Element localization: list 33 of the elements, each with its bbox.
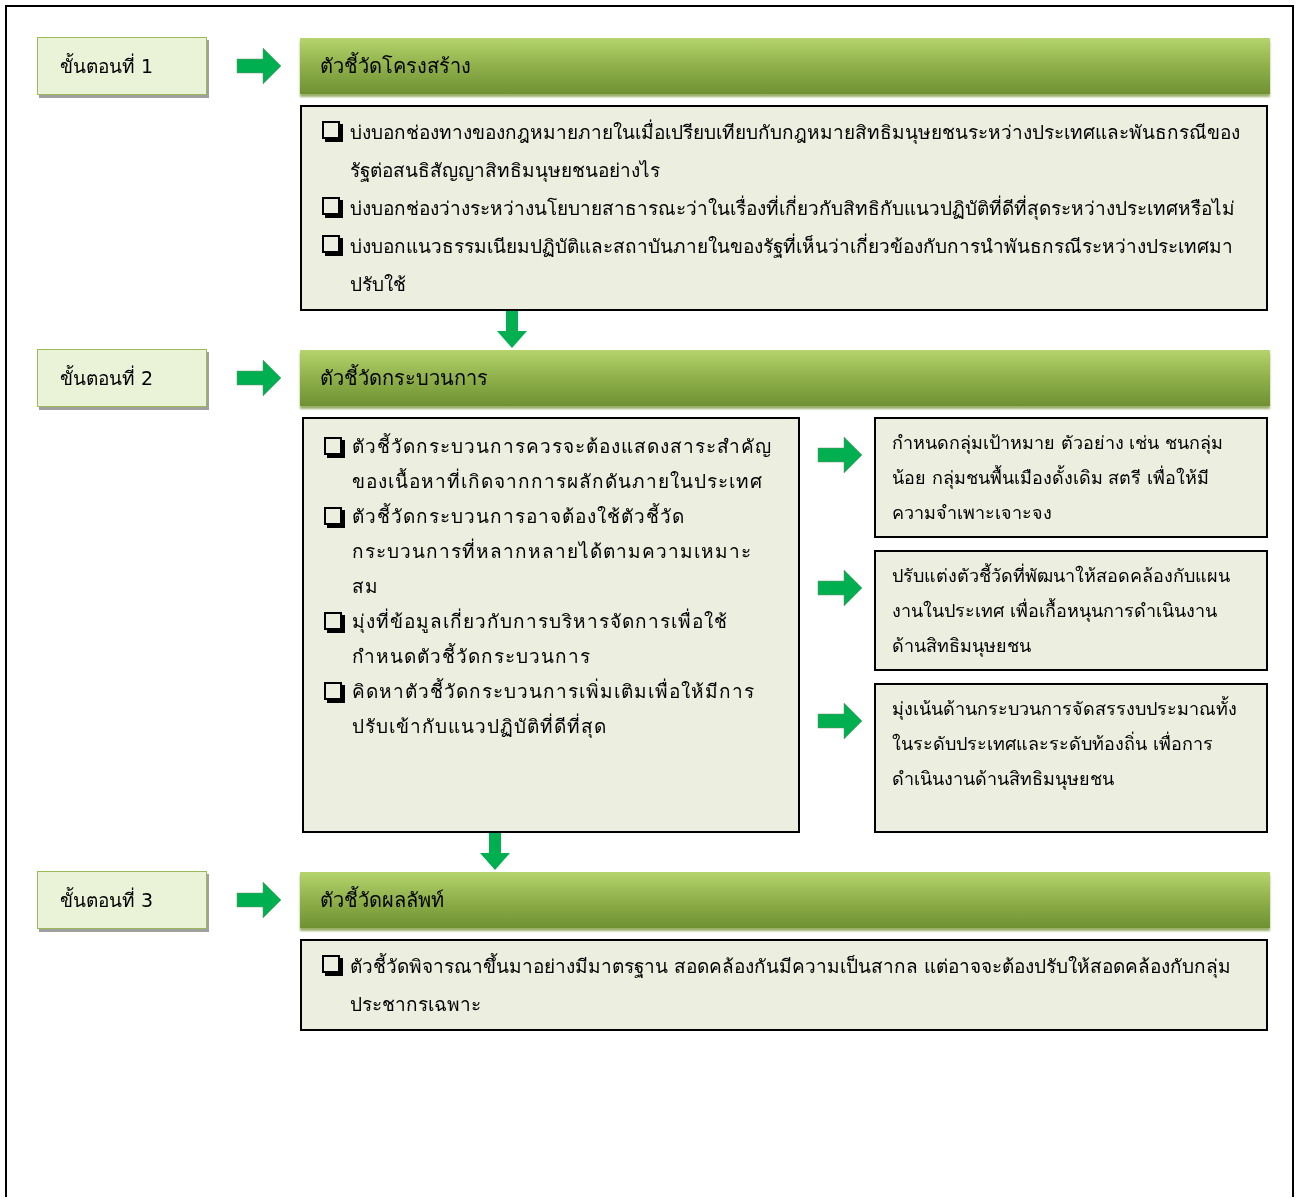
right-arrow-icon [235,46,283,86]
square-bullet-icon [324,682,342,700]
indicator-text: ตัวชี้วัดกระบวนการควรจะต้องแสดงสาระสำคัญของเนื้อหาที่เกิดจากการผลักดันภายในประเทศ [352,432,773,494]
step-label: ขั้นตอนที่ 2 [37,349,207,407]
step-label: ขั้นตอนที่ 1 [37,37,207,95]
right-arrow-icon [816,568,864,608]
section-header: ตัวชี้วัดโครงสร้าง [300,38,1270,94]
note-box: กำหนดกลุ่มเป้าหมาย ตัวอย่าง เช่น ชนกลุ่มน้อย กลุ่มชนพื้นเมืองดั้งเดิม สตรี เพื่อให้มีความจำเพาะเจาะจง [874,417,1268,538]
section-header: ตัวชี้วัดผลลัพท์ [300,872,1270,928]
right-arrow-icon [235,358,283,398]
indicator-text: บ่งบอกช่องว่างระหว่างนโยบายสาธารณะว่าในเรื่องที่เกี่ยวกับสิทธิกับแนวปฏิบัติที่ดีที่สุดระหว่างประเทศหรือไม่ [350,194,1235,222]
square-bullet-icon [324,437,342,455]
step-label: ขั้นตอนที่ 3 [37,871,207,929]
square-bullet-icon [322,955,340,973]
right-arrow-icon [816,435,864,475]
square-bullet-icon [322,235,340,253]
indicator-text: คิดหาตัวชี้วัดกระบวนการเพิ่มเติมเพื่อให้มีการปรับเข้ากับแนวปฏิบัติที่ดีที่สุด [352,677,756,740]
indicator-text: บ่งบอกแนวธรรมเนียมปฏิบัติและสถาบันภายในของรัฐที่เห็นว่าเกี่ยวข้องกับการนำพันธกรณีระหว่างประเทศมาปรับใช้ [350,232,1234,297]
indicator-text: บ่งบอกช่องทางของกฎหมายภายในเมื่อเปรียบเทียบกับกฎหมายสิทธิมนุษยชนระหว่างประเทศและพันธกรณีของรัฐต่อสนธิสัญญาสิทธิมนุษยชนอย่างไร [350,118,1241,184]
down-arrow-icon [479,833,511,871]
note-box: ปรับแต่งตัวชี้วัดที่พัฒนาให้สอดคล้องกับแผนงานในประเทศ เพื่อเกื้อหนุนการดำเนินงานด้านสิทธิมนุษยชน [874,550,1268,671]
square-bullet-icon [324,507,342,525]
square-bullet-icon [322,197,340,215]
indicator-text: ตัวชี้วัดกระบวนการอาจต้องใช้ตัวชี้วัดกระบวนการที่หลากหลายได้ตามความเหมาะสม [352,502,753,599]
square-bullet-icon [324,612,342,630]
down-arrow-icon [496,311,528,349]
right-arrow-icon [235,880,283,920]
right-arrow-icon [816,701,864,741]
section-header: ตัวชี้วัดกระบวนการ [300,350,1270,406]
indicator-text: มุ่งที่ข้อมูลเกี่ยวกับการบริหารจัดการเพื่อใช้กำหนดตัวชี้วัดกระบวนการ [352,607,729,669]
note-box: มุ่งเน้นด้านกระบวนการจัดสรรงบประมาณทั้งในระดับประเทศและระดับท้องถิ่น เพื่อการดำเนินงานด้านสิทธิมนุษยชน [874,683,1268,833]
indicator-text: ตัวชี้วัดพิจารณาขึ้นมาอย่างมีมาตรฐาน สอดคล้องกันมีความเป็นสากล แต่อาจจะต้องปรับให้สอดคล้องกับกลุ่มประชากรเฉพาะ [350,952,1233,1017]
square-bullet-icon [322,121,340,139]
